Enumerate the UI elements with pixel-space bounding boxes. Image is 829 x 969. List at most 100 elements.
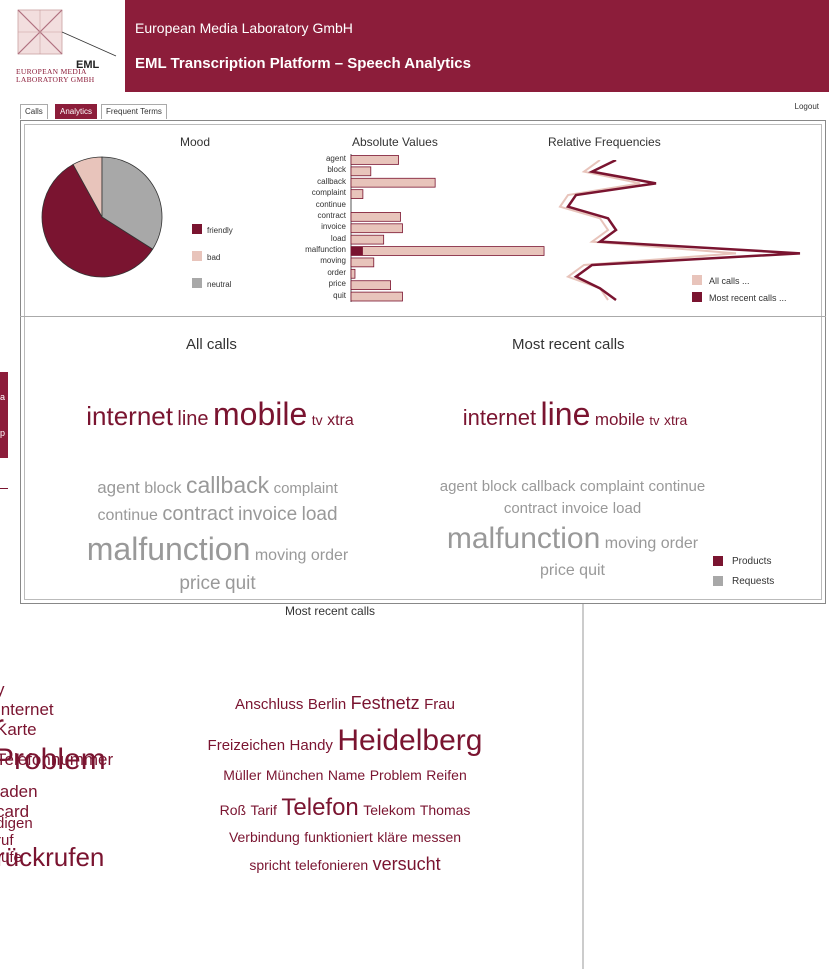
bar-category-label: continue	[315, 199, 346, 209]
cloud-word[interactable]: invoice	[238, 504, 297, 525]
bg-word: Telefon	[281, 794, 359, 822]
relative-chart-title: Relative Frequencies	[548, 135, 661, 149]
legend-friendly-swatch	[192, 224, 202, 234]
cloud-word[interactable]: quit	[225, 573, 256, 594]
logo-caption: European Media Laboratory GmbH	[16, 68, 94, 84]
cloud-word[interactable]: line	[177, 408, 208, 430]
cloud-word[interactable]: callback	[521, 478, 575, 495]
cloud-word[interactable]: callback	[186, 472, 269, 498]
cloud-word[interactable]: complaint	[580, 478, 644, 495]
recent-calls-requests-cloud: agent block callback complaint continue …	[410, 476, 735, 581]
bar-price	[350, 280, 391, 291]
cloud-word[interactable]: block	[482, 478, 517, 495]
cloud-word[interactable]: line	[541, 396, 591, 432]
line-series-recent	[565, 160, 801, 302]
bar-order	[350, 268, 356, 279]
cloud-word[interactable]: tv	[649, 413, 659, 428]
bar-category-label: invoice	[321, 222, 346, 232]
bar-category-label: complaint	[311, 188, 346, 198]
bar-category-label: callback	[317, 176, 346, 186]
cloud-word[interactable]: contract	[162, 503, 233, 525]
cloud-word[interactable]: internet	[463, 405, 536, 430]
legend-neutral-swatch	[192, 278, 202, 288]
logout-link[interactable]: Logout	[795, 102, 819, 111]
bar-category-label: malfunction	[305, 245, 346, 255]
bg-word: Reifen	[426, 767, 467, 784]
legend-friendly-label: friendly	[207, 226, 233, 235]
cloud-word[interactable]: order	[661, 535, 698, 552]
cloud-word[interactable]: internet	[86, 401, 173, 431]
bar-agent	[350, 155, 399, 165]
cloud-word[interactable]: price	[179, 573, 220, 594]
cloud-word[interactable]: block	[144, 480, 181, 497]
bg-word: messen	[412, 829, 462, 846]
bg-word: Telekom	[363, 802, 416, 819]
cloud-word[interactable]: mobile	[213, 396, 307, 432]
legend-all-calls-swatch	[692, 275, 702, 285]
mood-pie-chart	[41, 156, 163, 278]
cloud-word[interactable]: continue	[97, 507, 158, 524]
cloud-word[interactable]: malfunction	[87, 531, 251, 567]
cloud-word[interactable]: agent	[440, 478, 478, 495]
background-recent-title: Most recent calls	[285, 604, 376, 618]
cloud-word[interactable]: xtra	[327, 412, 354, 429]
bg-word: Freizeichen	[207, 736, 286, 754]
tab-frequent-terms[interactable]: Frequent Terms	[101, 104, 167, 119]
cloud-word[interactable]: load	[302, 504, 338, 525]
cloud-word[interactable]: contract	[504, 500, 557, 517]
bg-word: spricht	[249, 857, 291, 874]
tab-analytics[interactable]: Analytics	[55, 104, 98, 119]
cloud-word[interactable]: mobile	[595, 410, 645, 429]
cloud-word[interactable]: complaint	[274, 480, 338, 497]
bar-moving	[350, 257, 375, 268]
cloud-word[interactable]: load	[613, 500, 641, 517]
legend-recent-calls-swatch	[692, 292, 702, 302]
panel-section-divider	[20, 316, 826, 317]
legend-recent-calls-label: Most recent calls ...	[709, 293, 787, 303]
cloud-word[interactable]: moving	[605, 535, 657, 552]
absolute-bar-chart	[350, 154, 545, 302]
cloud-word[interactable]: continue	[649, 478, 706, 495]
cloud-word[interactable]: xtra	[664, 412, 687, 428]
legend-neutral-label: neutral	[207, 280, 232, 289]
platform-title: EML Transcription Platform – Speech Anal…	[135, 55, 471, 72]
background-left-box-char1: a	[0, 392, 6, 402]
bar-quit	[350, 291, 403, 302]
bar-complaint	[350, 189, 364, 199]
cloud-word[interactable]: quit	[579, 562, 605, 579]
relative-line-chart	[558, 160, 801, 302]
cloud-word[interactable]: tv	[312, 412, 323, 428]
background-left-rule	[0, 488, 8, 489]
legend-bad-swatch	[192, 251, 202, 261]
bar-category-label: load	[330, 233, 346, 243]
bg-word: Festnetz	[350, 693, 420, 713]
bg-word: Roß	[219, 802, 247, 819]
background-recent-cloud: Anschluss Berlin Festnetz Frau Freizeich…	[180, 690, 510, 879]
bg-left-line3: Telefonnummer	[0, 750, 114, 769]
bg-word: München	[265, 767, 324, 784]
all-calls-title: All calls	[186, 336, 237, 353]
legend-products-swatch	[713, 556, 723, 566]
bar-contract	[350, 212, 401, 222]
recent-calls-title: Most recent calls	[512, 336, 625, 353]
bar-category-label: order	[327, 267, 346, 277]
bg-word: Anschluss	[235, 696, 304, 713]
cloud-word[interactable]: invoice	[562, 500, 609, 517]
cloud-word[interactable]: moving	[255, 547, 307, 564]
bar-load	[350, 234, 385, 245]
bar-category-label: quit	[333, 290, 346, 300]
bar-recent-malfunction	[351, 246, 363, 256]
legend-products-label: Products	[732, 556, 772, 567]
bg-word: Name	[327, 767, 366, 784]
bg-word: telefonieren	[295, 857, 369, 874]
background-left-box-char2: p	[0, 428, 6, 438]
background-left-box: a p	[0, 372, 8, 458]
cloud-word[interactable]: price	[540, 562, 575, 579]
cloud-word[interactable]: agent	[97, 478, 140, 497]
tab-calls[interactable]: Calls	[20, 104, 48, 119]
absolute-chart-title: Absolute Values	[352, 135, 438, 149]
bar-callback	[350, 177, 436, 188]
bar-category-label: agent	[325, 154, 346, 163]
cloud-word[interactable]: malfunction	[447, 522, 600, 555]
cloud-word[interactable]: order	[311, 547, 348, 564]
